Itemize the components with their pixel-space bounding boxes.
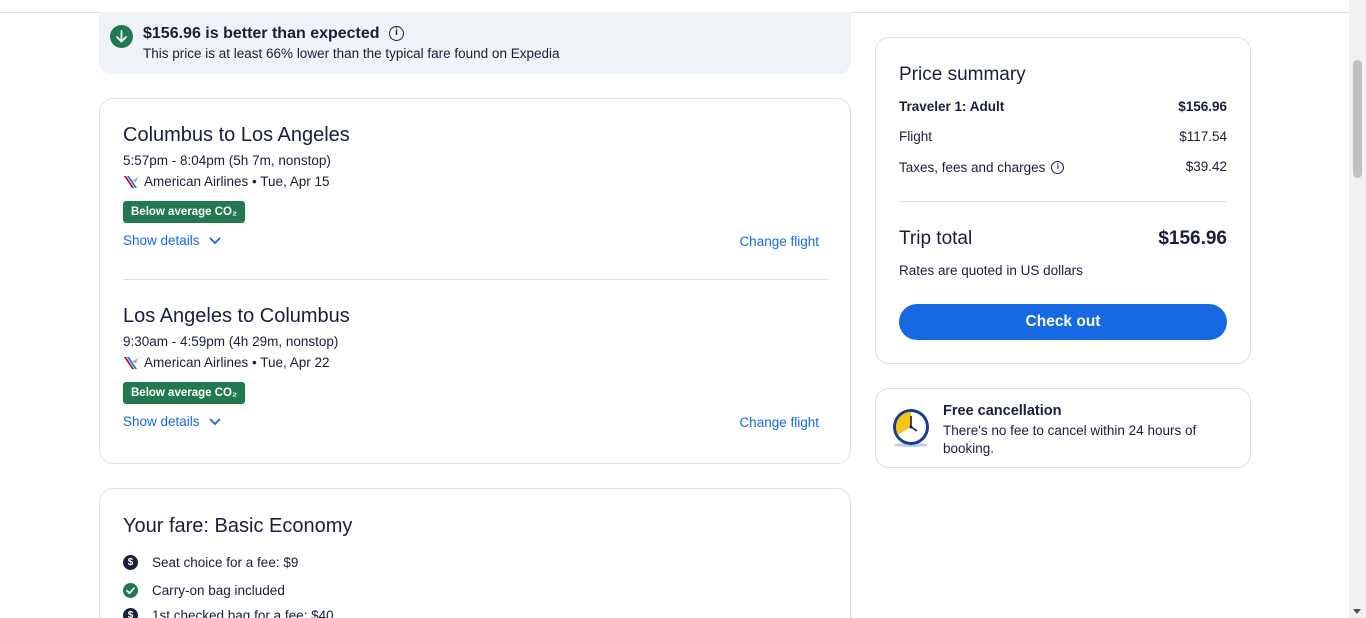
dollar-icon: $	[123, 555, 138, 570]
co2-badge: Below average CO₂	[123, 382, 246, 404]
trip-total-value: $156.96	[1158, 228, 1227, 249]
banner-title: $156.96 is better than expected	[143, 25, 380, 42]
flight-details-card: Columbus to Los Angeles 5:57pm - 8:04pm …	[99, 98, 851, 464]
leg-airline: American Airlines • Tue, Apr 22	[123, 355, 828, 370]
scroll-down-arrow-icon[interactable]	[1353, 609, 1361, 614]
summary-divider	[899, 201, 1227, 202]
show-details-label: Show details	[123, 233, 200, 248]
fare-item: $ 1st checked bag for a fee: $40	[123, 608, 334, 618]
taxes-label: Taxes, fees and charges	[899, 160, 1046, 175]
show-details-button[interactable]: Show details	[123, 414, 221, 429]
rates-note: Rates are quoted in US dollars	[899, 263, 1083, 278]
change-flight-link[interactable]: Change flight	[739, 415, 819, 430]
fare-title: Your fare: Basic Economy	[123, 515, 353, 537]
free-cancellation-card: Free cancellation There's no fee to canc…	[875, 388, 1251, 468]
checkout-button[interactable]: Check out	[899, 304, 1227, 340]
leg-title: Los Angeles to Columbus	[123, 305, 350, 327]
show-details-button[interactable]: Show details	[123, 233, 221, 248]
trip-total-label: Trip total	[899, 228, 973, 249]
traveler-label: Traveler 1: Adult	[899, 99, 1005, 114]
flight-leg-outbound: Columbus to Los Angeles 5:57pm - 8:04pm …	[123, 124, 828, 255]
leg-time: 9:30am - 4:59pm (4h 29m, nonstop)	[123, 334, 339, 349]
chevron-down-icon	[208, 417, 221, 425]
check-icon	[123, 583, 138, 598]
fare-item-text: 1st checked bag for a fee: $40	[152, 608, 334, 618]
american-airlines-logo-icon	[123, 356, 139, 370]
leg-airline-text: American Airlines • Tue, Apr 22	[144, 355, 330, 370]
fare-item-text: Carry-on bag included	[152, 583, 285, 598]
scrollbar-thumb[interactable]	[1353, 60, 1362, 178]
clock-icon	[890, 407, 932, 449]
leg-title: Columbus to Los Angeles	[123, 124, 350, 146]
american-airlines-logo-icon	[123, 175, 139, 189]
price-insight-banner: $156.96 is better than expected i This p…	[99, 12, 851, 74]
show-details-label: Show details	[123, 414, 200, 429]
fare-item: $ Seat choice for a fee: $9	[123, 555, 298, 570]
chevron-down-icon	[208, 236, 221, 244]
flight-price-value: $117.54	[1179, 129, 1227, 144]
leg-airline: American Airlines • Tue, Apr 15	[123, 174, 828, 189]
fare-item-text: Seat choice for a fee: $9	[152, 555, 299, 570]
taxes-value: $39.42	[1185, 159, 1227, 174]
leg-time: 5:57pm - 8:04pm (5h 7m, nonstop)	[123, 153, 331, 168]
price-summary-card: Price summary Traveler 1: Adult $156.96 …	[875, 37, 1251, 364]
info-icon[interactable]: i	[389, 26, 404, 41]
leg-divider	[123, 279, 828, 280]
fare-card: Your fare: Basic Economy $ Seat choice f…	[99, 488, 851, 618]
co2-badge: Below average CO₂	[123, 201, 246, 223]
leg-airline-text: American Airlines • Tue, Apr 15	[144, 174, 330, 189]
cancellation-title: Free cancellation	[943, 403, 1062, 419]
taxes-label-group: Taxes, fees and charges i	[899, 160, 1065, 175]
page-scrollbar[interactable]	[1349, 0, 1366, 618]
cancellation-text: There's no fee to cancel within 24 hours…	[943, 423, 1197, 456]
change-flight-link[interactable]: Change flight	[739, 234, 819, 249]
arrow-down-icon	[110, 25, 133, 48]
fare-item: Carry-on bag included	[123, 583, 285, 598]
price-summary-title: Price summary	[899, 64, 1026, 85]
dollar-icon: $	[123, 608, 138, 618]
info-icon[interactable]: i	[1051, 161, 1065, 174]
banner-subtitle: This price is at least 66% lower than th…	[143, 46, 560, 61]
traveler-value: $156.96	[1178, 99, 1227, 114]
flight-price-label: Flight	[899, 129, 933, 144]
flight-leg-return: Los Angeles to Columbus 9:30am - 4:59pm …	[123, 305, 828, 436]
